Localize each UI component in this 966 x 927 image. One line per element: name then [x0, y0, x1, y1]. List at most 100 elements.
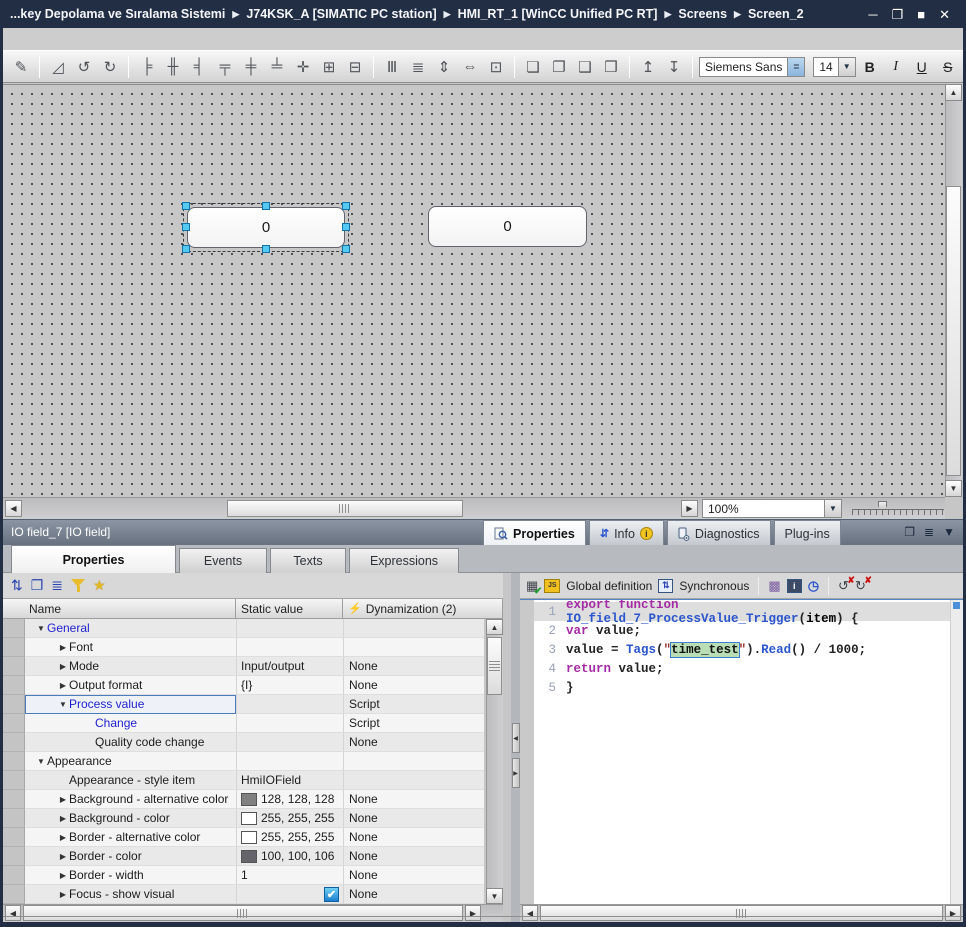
same-width-icon[interactable]: ⇔: [458, 55, 482, 79]
code-line[interactable]: 2 var value;: [534, 621, 950, 640]
tab-info[interactable]: ⇵ Info i: [589, 520, 664, 546]
canvas-vscroll-thumb[interactable]: [946, 186, 961, 476]
format-painter-icon[interactable]: ✎: [9, 55, 33, 79]
static-value-cell[interactable]: [236, 619, 343, 638]
strikethrough-button[interactable]: S: [936, 55, 960, 79]
table-row[interactable]: ▼General: [3, 619, 484, 638]
io-field-widget[interactable]: 0: [187, 207, 345, 248]
subtab-events[interactable]: Events: [179, 548, 267, 573]
global-definition-button[interactable]: Global definition: [566, 579, 652, 593]
align-bottom-icon[interactable]: ╧: [265, 55, 289, 79]
dynamization-cell[interactable]: None: [343, 790, 484, 809]
expand-arrow-icon[interactable]: ▶: [57, 871, 69, 880]
table-row[interactable]: ▶Background - color255, 255, 255None: [3, 809, 484, 828]
dynamization-cell[interactable]: None: [343, 866, 484, 885]
dynamization-cell[interactable]: Script: [343, 714, 484, 733]
favorites-icon[interactable]: ★: [93, 577, 106, 594]
properties-scroll-right-button[interactable]: ▶: [465, 905, 481, 921]
sort-az-icon[interactable]: ⇅: [11, 577, 23, 594]
canvas-scroll-left-button[interactable]: ◀: [5, 500, 22, 517]
property-name-cell[interactable]: Appearance - style item: [25, 771, 236, 790]
property-name-cell[interactable]: ▶Border - width: [25, 866, 236, 885]
snippets-icon[interactable]: ▩: [768, 578, 780, 594]
property-name-cell[interactable]: ▼Process value: [25, 695, 236, 714]
subtab-texts[interactable]: Texts: [270, 548, 346, 573]
property-name-cell[interactable]: ▶Output format: [25, 676, 236, 695]
properties-scroll-down-button[interactable]: ▼: [486, 888, 503, 904]
code-line[interactable]: 1export function IO_field_7_ProcessValue…: [534, 602, 950, 621]
table-row[interactable]: ChangeScript: [3, 714, 484, 733]
checkbox-checked[interactable]: ✔: [324, 887, 339, 902]
breadcrumb[interactable]: ...key Depolama ve Sıralama Sistemi▶J74K…: [10, 7, 804, 21]
column-header-dynamization[interactable]: ⚡ Dynamization (2): [343, 599, 503, 619]
zoom-select[interactable]: 100% ▼: [702, 499, 842, 518]
table-row[interactable]: ▶Focus - show visual✔None: [3, 885, 484, 904]
font-size-select[interactable]: 14▼: [813, 57, 855, 77]
tab-plugins[interactable]: Plug-ins: [774, 520, 841, 546]
align-left-icon[interactable]: ╞: [135, 55, 159, 79]
pane-list-icon[interactable]: ≣: [924, 525, 934, 539]
static-value-cell[interactable]: 1: [236, 866, 343, 885]
center-in-area-icon[interactable]: ✛: [291, 55, 315, 79]
breadcrumb-item[interactable]: Screen_2: [748, 7, 804, 21]
underline-button[interactable]: U: [910, 55, 934, 79]
static-value-cell[interactable]: [236, 638, 343, 657]
table-row[interactable]: ▶Background - alternative color128, 128,…: [3, 790, 484, 809]
property-name-cell[interactable]: ▶Font: [25, 638, 236, 657]
properties-vscroll-thumb[interactable]: [487, 637, 502, 695]
tab-order-up-icon[interactable]: ↥: [636, 55, 660, 79]
table-row[interactable]: ▼Process valueScript: [3, 695, 484, 714]
properties-scroll-up-button[interactable]: ▲: [486, 619, 503, 635]
static-value-cell[interactable]: [236, 733, 343, 752]
rotate-left-icon[interactable]: ↺: [72, 55, 96, 79]
validate-script-icon[interactable]: ▦✔: [526, 578, 538, 594]
center-horizontal-icon[interactable]: ⊞: [317, 55, 341, 79]
pane-splitter[interactable]: ◀ ▶: [511, 573, 520, 922]
property-name-cell[interactable]: ▶Focus - show visual: [25, 885, 236, 904]
property-name-cell[interactable]: ▶Background - color: [25, 809, 236, 828]
expand-arrow-icon[interactable]: ▶: [57, 795, 69, 804]
synchronous-icon[interactable]: ⇅: [658, 579, 673, 593]
breadcrumb-item[interactable]: ...key Depolama ve Sıralama Sistemi: [10, 7, 225, 21]
center-vertical-icon[interactable]: ⊟: [343, 55, 367, 79]
property-name-cell[interactable]: ▶Border - color: [25, 847, 236, 866]
close-button[interactable]: ✕: [939, 8, 950, 21]
canvas-scroll-right-button[interactable]: ▶: [681, 500, 698, 517]
float-pane-icon[interactable]: ❐: [904, 525, 915, 539]
collapse-arrow-icon[interactable]: ▼: [57, 700, 69, 709]
canvas-scroll-down-button[interactable]: ▼: [945, 480, 962, 497]
align-center-icon[interactable]: ╫: [161, 55, 185, 79]
distribute-horizontal-icon[interactable]: Ⅲ: [380, 55, 404, 79]
static-value-cell[interactable]: [236, 695, 343, 714]
rotate-right-icon[interactable]: ↻: [98, 55, 122, 79]
tree-view-icon[interactable]: ≣: [51, 577, 63, 594]
static-value-cell[interactable]: Input/output: [236, 657, 343, 676]
static-value-cell[interactable]: 255, 255, 255: [236, 809, 343, 828]
selection-handle-se[interactable]: [342, 245, 350, 253]
selection-handle-s[interactable]: [262, 245, 270, 253]
align-middle-icon[interactable]: ╪: [239, 55, 263, 79]
bring-forward-icon[interactable]: ❐: [547, 55, 571, 79]
dynamization-cell[interactable]: None: [343, 657, 484, 676]
zoom-slider[interactable]: [852, 501, 944, 517]
goto-definition-icon[interactable]: ↺✘: [838, 578, 849, 594]
restore-button[interactable]: ❐: [892, 8, 904, 21]
screen-canvas[interactable]: 0 0: [3, 84, 945, 497]
io-field-widget[interactable]: 0: [428, 206, 587, 247]
script-code-editor[interactable]: 1export function IO_field_7_ProcessValue…: [520, 599, 963, 904]
expand-arrow-icon[interactable]: ▶: [57, 662, 69, 671]
filter-icon[interactable]: [71, 579, 85, 592]
table-row[interactable]: ▶Font: [3, 638, 484, 657]
collapse-arrow-icon[interactable]: ▼: [35, 757, 47, 766]
selection-handle-nw[interactable]: [182, 202, 190, 210]
dynamization-cell[interactable]: None: [343, 847, 484, 866]
expand-arrow-icon[interactable]: ▶: [57, 814, 69, 823]
zoom-dropdown-button[interactable]: ▼: [824, 500, 841, 517]
column-header-static[interactable]: Static value: [236, 599, 343, 619]
bring-to-front-icon[interactable]: ❏: [521, 55, 545, 79]
trigger-clock-icon[interactable]: ◷: [808, 578, 819, 594]
selection-handle-ne[interactable]: [342, 202, 350, 210]
tab-order-down-icon[interactable]: ↧: [662, 55, 686, 79]
breadcrumb-item[interactable]: HMI_RT_1 [WinCC Unified PC RT]: [458, 7, 658, 21]
collapse-arrow-icon[interactable]: ▼: [35, 624, 47, 633]
